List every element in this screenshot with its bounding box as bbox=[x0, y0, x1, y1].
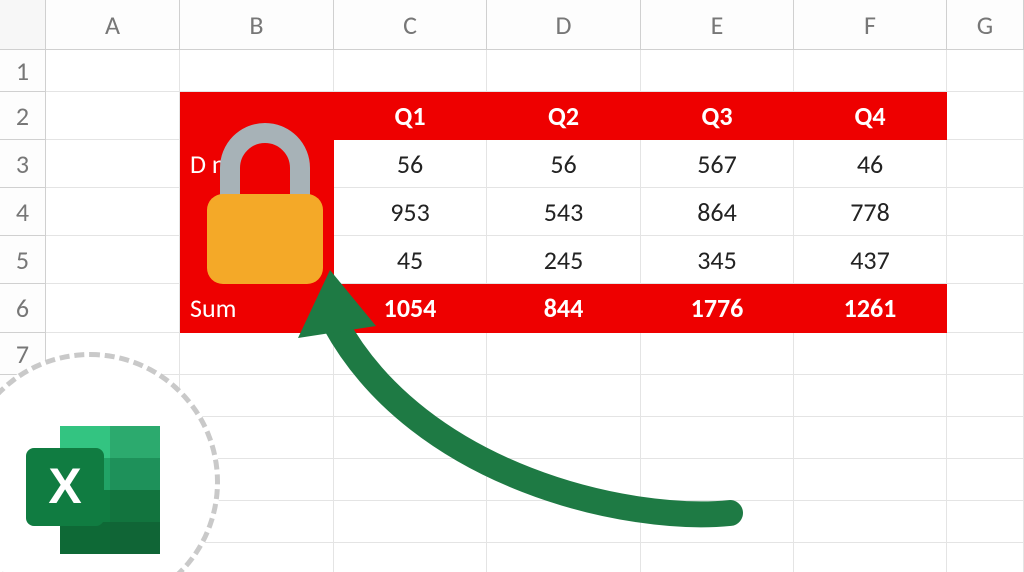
row-header-1[interactable]: 1 bbox=[0, 50, 46, 92]
cell-g2[interactable] bbox=[947, 92, 1024, 140]
column-header-f[interactable]: F bbox=[794, 0, 947, 50]
cell-e4[interactable]: 864 bbox=[641, 188, 794, 236]
column-headers: ABCDEFG bbox=[0, 0, 1024, 50]
cell-f8[interactable] bbox=[794, 375, 947, 417]
cell-b8[interactable] bbox=[180, 375, 334, 417]
cell-f1[interactable] bbox=[794, 50, 947, 92]
cell-c2[interactable]: Q1 bbox=[334, 92, 487, 140]
cell-e11[interactable] bbox=[641, 501, 794, 543]
cell-d6[interactable]: 844 bbox=[487, 284, 641, 333]
cell-e3[interactable]: 567 bbox=[641, 140, 794, 188]
cell-d8[interactable] bbox=[487, 375, 641, 417]
cell-e2[interactable]: Q3 bbox=[641, 92, 794, 140]
cell-c8[interactable] bbox=[334, 375, 487, 417]
cell-e9[interactable] bbox=[641, 417, 794, 459]
cell-g4[interactable] bbox=[947, 188, 1024, 236]
cell-f4[interactable]: 778 bbox=[794, 188, 947, 236]
cell-c12[interactable] bbox=[334, 543, 487, 572]
cell-e7[interactable] bbox=[641, 333, 794, 375]
row-header-5[interactable]: 5 bbox=[0, 236, 46, 284]
excel-logo: X bbox=[18, 420, 168, 560]
cell-c6[interactable]: 1054 bbox=[334, 284, 487, 333]
cell-g12[interactable] bbox=[947, 543, 1024, 572]
cell-e1[interactable] bbox=[641, 50, 794, 92]
cell-f11[interactable] bbox=[794, 501, 947, 543]
cell-d4[interactable]: 543 bbox=[487, 188, 641, 236]
cell-b5[interactable] bbox=[180, 236, 334, 284]
cell-a4[interactable] bbox=[46, 188, 180, 236]
column-header-a[interactable]: A bbox=[46, 0, 180, 50]
cell-g10[interactable] bbox=[947, 459, 1024, 501]
cell-f6[interactable]: 1261 bbox=[794, 284, 947, 333]
cell-a6[interactable] bbox=[46, 284, 180, 333]
cell-d11[interactable] bbox=[487, 501, 641, 543]
cell-a5[interactable] bbox=[46, 236, 180, 284]
cell-b4[interactable] bbox=[180, 188, 334, 236]
cell-c1[interactable] bbox=[334, 50, 487, 92]
cell-b6[interactable]: Sum bbox=[180, 284, 334, 333]
column-header-g[interactable]: G bbox=[947, 0, 1024, 50]
row-header-4[interactable]: 4 bbox=[0, 188, 46, 236]
cell-c11[interactable] bbox=[334, 501, 487, 543]
svg-text:X: X bbox=[48, 458, 81, 514]
cell-b3[interactable]: D ne bbox=[180, 140, 334, 188]
cell-c10[interactable] bbox=[334, 459, 487, 501]
cell-d2[interactable]: Q2 bbox=[487, 92, 641, 140]
cell-c7[interactable] bbox=[334, 333, 487, 375]
cell-d1[interactable] bbox=[487, 50, 641, 92]
column-header-b[interactable]: B bbox=[180, 0, 334, 50]
cell-d3[interactable]: 56 bbox=[487, 140, 641, 188]
cell-g7[interactable] bbox=[947, 333, 1024, 375]
cell-f7[interactable] bbox=[794, 333, 947, 375]
column-header-d[interactable]: D bbox=[487, 0, 641, 50]
cell-a2[interactable] bbox=[46, 92, 180, 140]
cell-g1[interactable] bbox=[947, 50, 1024, 92]
cell-f9[interactable] bbox=[794, 417, 947, 459]
cell-c5[interactable]: 45 bbox=[334, 236, 487, 284]
cell-f10[interactable] bbox=[794, 459, 947, 501]
row-header-3[interactable]: 3 bbox=[0, 140, 46, 188]
cell-a3[interactable] bbox=[46, 140, 180, 188]
select-all-corner[interactable] bbox=[0, 0, 46, 50]
cell-e12[interactable] bbox=[641, 543, 794, 572]
row-header-6[interactable]: 6 bbox=[0, 284, 46, 333]
cell-c9[interactable] bbox=[334, 417, 487, 459]
cell-g8[interactable] bbox=[947, 375, 1024, 417]
cell-c3[interactable]: 56 bbox=[334, 140, 487, 188]
row-header-2[interactable]: 2 bbox=[0, 92, 46, 140]
cell-g5[interactable] bbox=[947, 236, 1024, 284]
column-header-c[interactable]: C bbox=[334, 0, 487, 50]
cell-d12[interactable] bbox=[487, 543, 641, 572]
cell-b7[interactable] bbox=[180, 333, 334, 375]
cell-d10[interactable] bbox=[487, 459, 641, 501]
cell-e10[interactable] bbox=[641, 459, 794, 501]
column-header-e[interactable]: E bbox=[641, 0, 794, 50]
cell-e6[interactable]: 1776 bbox=[641, 284, 794, 333]
cell-c4[interactable]: 953 bbox=[334, 188, 487, 236]
cell-d5[interactable]: 245 bbox=[487, 236, 641, 284]
cell-e8[interactable] bbox=[641, 375, 794, 417]
cell-b2[interactable] bbox=[180, 92, 334, 140]
cell-g6[interactable] bbox=[947, 284, 1024, 333]
cell-g9[interactable] bbox=[947, 417, 1024, 459]
cell-b12[interactable] bbox=[180, 543, 334, 572]
cell-f3[interactable]: 46 bbox=[794, 140, 947, 188]
cell-f2[interactable]: Q4 bbox=[794, 92, 947, 140]
cell-g11[interactable] bbox=[947, 501, 1024, 543]
cell-f5[interactable]: 437 bbox=[794, 236, 947, 284]
cell-g3[interactable] bbox=[947, 140, 1024, 188]
cell-e5[interactable]: 345 bbox=[641, 236, 794, 284]
cell-d7[interactable] bbox=[487, 333, 641, 375]
cell-b1[interactable] bbox=[180, 50, 334, 92]
cell-d9[interactable] bbox=[487, 417, 641, 459]
cell-f12[interactable] bbox=[794, 543, 947, 572]
cell-a1[interactable] bbox=[46, 50, 180, 92]
